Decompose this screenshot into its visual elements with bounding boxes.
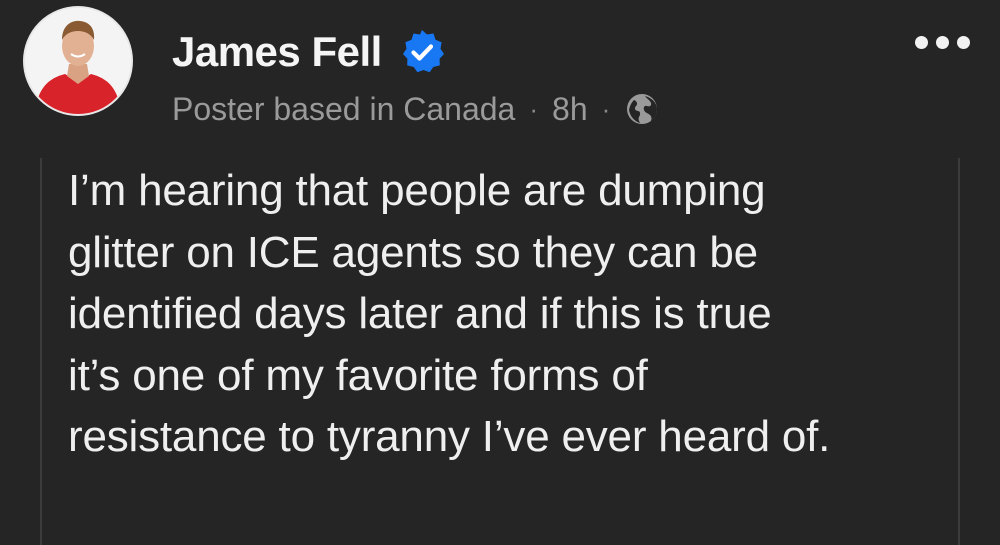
post-meta: Poster based in Canada · 8h · [172,91,660,127]
location-label: Poster based in Canada [172,91,516,127]
more-options-icon [936,36,949,49]
thread-divider-right [958,158,960,545]
more-options-icon [957,36,970,49]
timestamp[interactable]: 8h [552,93,588,125]
post-body-text: I’m hearing that people are dumping glit… [68,166,831,461]
post-card: James Fell Poster based in Canada · 8h ·… [0,0,1000,545]
avatar[interactable] [23,6,133,116]
author-header: James Fell [172,28,446,76]
verified-badge-icon [402,30,444,73]
author-name[interactable]: James Fell [172,31,382,73]
globe-icon[interactable] [624,91,660,127]
avatar-image [25,8,131,114]
thread-divider-left [40,158,42,545]
more-options-button[interactable] [915,36,970,49]
meta-separator: · [601,94,611,124]
meta-separator: · [529,94,539,124]
more-options-icon [915,36,928,49]
